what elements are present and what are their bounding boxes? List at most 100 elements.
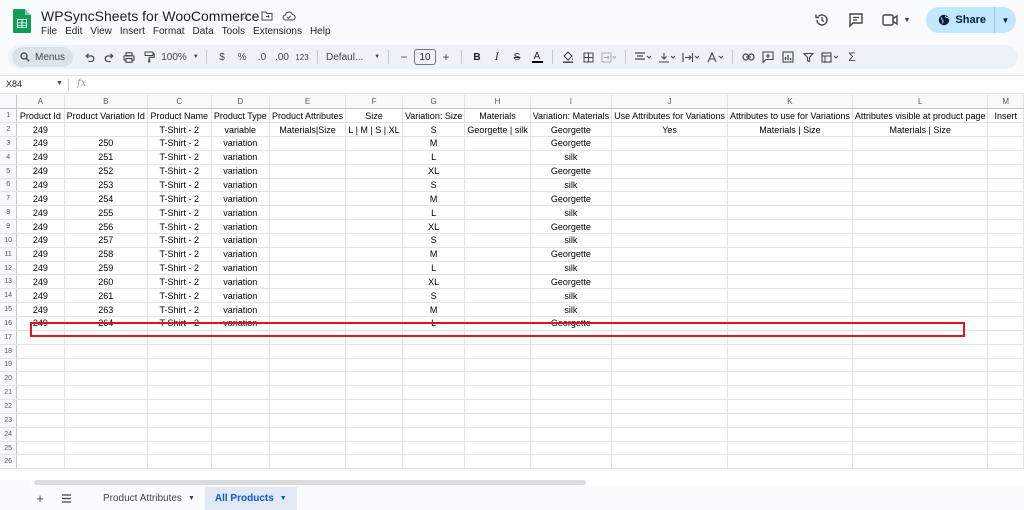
cell-e2[interactable]: Materials|Size [269, 122, 347, 138]
cell-c19[interactable] [147, 358, 212, 373]
cell-d15[interactable]: variation [211, 302, 271, 317]
cell-b13[interactable]: 260 [64, 274, 148, 290]
row-header[interactable]: 5 [0, 164, 18, 179]
row-header[interactable]: 23 [0, 413, 18, 428]
cell-a19[interactable] [16, 358, 65, 373]
row-header[interactable]: 13 [0, 274, 18, 290]
cell-e11[interactable] [269, 247, 347, 262]
cell-h4[interactable] [464, 150, 531, 165]
cell-h13[interactable] [464, 274, 531, 290]
cell-c9[interactable]: T-Shirt - 2 [147, 219, 212, 234]
cell-l21[interactable] [852, 385, 989, 401]
cell-d13[interactable]: variation [211, 274, 271, 290]
cell-k23[interactable] [727, 413, 853, 428]
cell-g12[interactable]: L [402, 261, 466, 276]
cell-b7[interactable]: 254 [64, 191, 148, 207]
increase-font-size-button[interactable]: + [437, 47, 455, 67]
cell-e22[interactable] [269, 399, 347, 414]
menu-insert[interactable]: Insert [120, 26, 150, 37]
cell-f23[interactable] [345, 413, 403, 428]
cell-l8[interactable] [852, 205, 989, 221]
cell-i10[interactable]: silk [530, 233, 613, 248]
cell-b4[interactable]: 251 [64, 150, 148, 165]
cell-h2[interactable]: Georgette | silk [464, 122, 531, 138]
cell-m20[interactable] [987, 371, 1024, 387]
cell-e18[interactable] [269, 344, 347, 359]
cell-j17[interactable] [611, 330, 728, 345]
cell-f17[interactable] [345, 330, 403, 345]
cell-j4[interactable] [611, 150, 728, 165]
cell-f1[interactable]: Size [345, 108, 403, 124]
cell-c8[interactable]: T-Shirt - 2 [147, 205, 212, 221]
cell-b24[interactable] [64, 427, 148, 442]
number-format-button[interactable]: 123 [293, 47, 311, 67]
decrease-decimal-button[interactable]: .0 [253, 47, 271, 67]
cell-i16[interactable]: Georgette [530, 316, 613, 331]
row-header[interactable]: 18 [0, 344, 18, 359]
cell-f2[interactable]: L | M | S | XL [345, 122, 403, 138]
cell-k7[interactable] [727, 191, 853, 207]
cell-b25[interactable] [64, 441, 148, 456]
cell-f26[interactable] [345, 454, 403, 470]
cell-e5[interactable] [269, 164, 347, 179]
cell-b12[interactable]: 259 [64, 261, 148, 276]
cell-j9[interactable] [611, 219, 728, 234]
cell-f11[interactable] [345, 247, 403, 262]
cell-f4[interactable] [345, 150, 403, 165]
cell-f21[interactable] [345, 385, 403, 401]
cell-l7[interactable] [852, 191, 989, 207]
cell-m6[interactable] [987, 178, 1024, 193]
cell-e26[interactable] [269, 454, 347, 470]
cell-c17[interactable] [147, 330, 212, 345]
sheet-tab-all-products[interactable]: All Products ▼ [204, 487, 297, 510]
cell-l16[interactable] [852, 316, 989, 331]
column-header-b[interactable]: B [64, 95, 148, 110]
cell-d10[interactable]: variation [211, 233, 271, 248]
cell-m12[interactable] [987, 261, 1024, 276]
sheet-tab-product-attributes[interactable]: Product Attributes ▼ [93, 487, 205, 510]
row-header[interactable]: 9 [0, 219, 18, 234]
cell-j2[interactable]: Yes [611, 122, 728, 138]
cell-b11[interactable]: 258 [64, 247, 148, 262]
font-size-input[interactable]: 10 [414, 49, 437, 65]
cell-f19[interactable] [345, 358, 403, 373]
cell-b20[interactable] [64, 371, 148, 387]
cell-b18[interactable] [64, 344, 148, 359]
column-header-k[interactable]: K [727, 95, 853, 110]
cell-g11[interactable]: M [402, 247, 466, 262]
cell-i15[interactable]: silk [530, 302, 613, 317]
insert-chart-icon[interactable] [779, 47, 797, 67]
cell-b14[interactable]: 261 [64, 288, 148, 304]
merge-cells-icon[interactable] [599, 47, 619, 67]
cell-b6[interactable]: 253 [64, 178, 148, 193]
share-dropdown-icon[interactable]: ▼ [994, 7, 1016, 33]
cell-i12[interactable]: silk [530, 261, 613, 276]
cell-f10[interactable] [345, 233, 403, 248]
cell-g13[interactable]: XL [402, 274, 466, 290]
column-header-c[interactable]: C [147, 95, 212, 110]
cell-b3[interactable]: 250 [64, 136, 148, 151]
cell-l26[interactable] [852, 454, 989, 470]
cell-h3[interactable] [464, 136, 531, 151]
star-icon[interactable]: ☆ [238, 9, 252, 23]
cell-a13[interactable]: 249 [16, 274, 65, 290]
cell-c6[interactable]: T-Shirt - 2 [147, 178, 212, 193]
cell-i13[interactable]: Georgette [530, 274, 613, 290]
cell-g26[interactable] [402, 454, 466, 470]
borders-icon[interactable] [579, 47, 597, 67]
cell-m24[interactable] [987, 427, 1024, 442]
cell-k20[interactable] [727, 371, 853, 387]
cell-j11[interactable] [611, 247, 728, 262]
cell-l5[interactable] [852, 164, 989, 179]
cell-m21[interactable] [987, 385, 1024, 401]
cell-g4[interactable]: L [402, 150, 466, 165]
cell-m26[interactable] [987, 454, 1024, 470]
cell-i1[interactable]: Variation: Materials [530, 108, 613, 124]
cell-h15[interactable] [464, 302, 531, 317]
cell-d21[interactable] [211, 385, 271, 401]
sheets-logo-icon[interactable] [12, 8, 32, 34]
cell-c2[interactable]: T-Shirt - 2 [147, 122, 212, 138]
cell-g21[interactable] [402, 385, 466, 401]
row-header[interactable]: 12 [0, 261, 18, 276]
cell-c21[interactable] [147, 385, 212, 401]
